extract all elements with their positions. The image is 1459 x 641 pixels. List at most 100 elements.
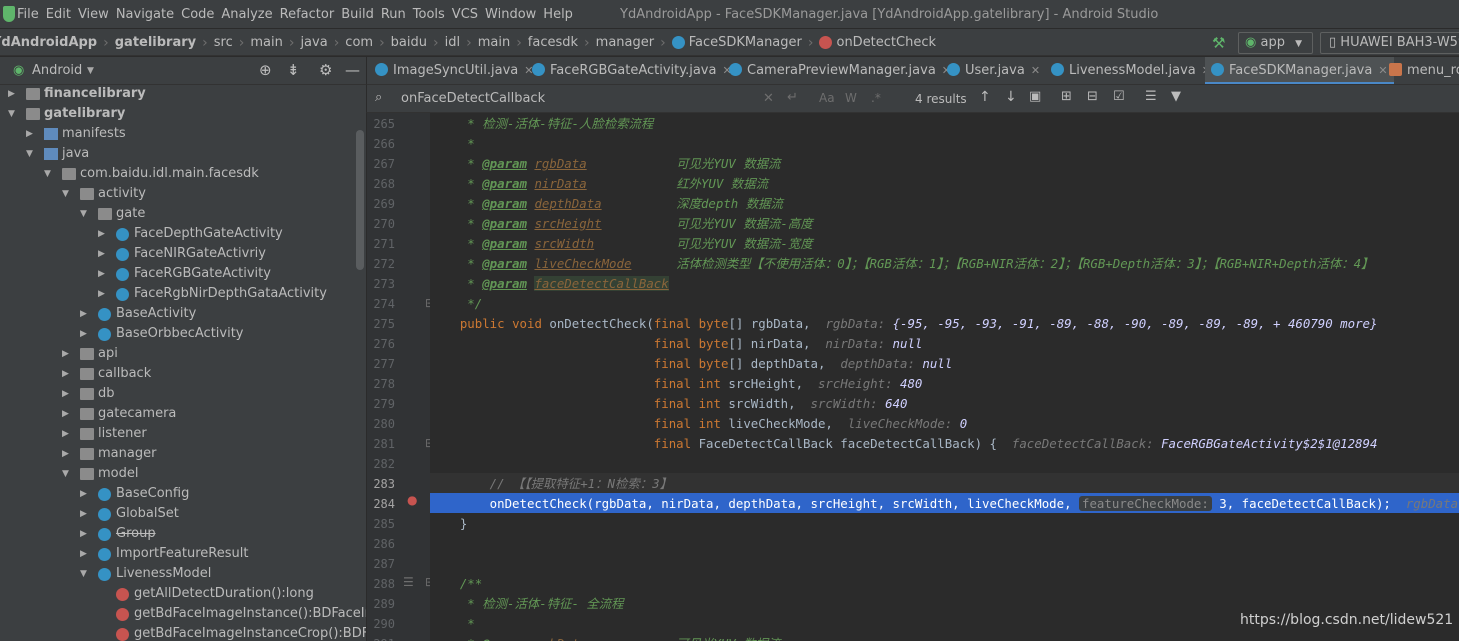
tree-item[interactable]: ▼ activity bbox=[0, 184, 366, 204]
menu-view[interactable]: View bbox=[78, 7, 116, 22]
crumb-method[interactable]: onDetectCheck bbox=[836, 35, 936, 50]
menu-help[interactable]: Help bbox=[543, 7, 580, 22]
tab-facesdkmanager[interactable]: FaceSDKManager.java ✕ bbox=[1205, 57, 1394, 84]
tree-item[interactable]: ▼ LivenessModel bbox=[0, 564, 366, 584]
menu-build[interactable]: Build bbox=[341, 7, 381, 22]
crumb-baidu[interactable]: baidu bbox=[391, 35, 427, 50]
collapsed-arrow-icon[interactable]: ▶ bbox=[62, 424, 72, 444]
expanded-arrow-icon[interactable]: ▼ bbox=[80, 564, 90, 584]
collapsed-arrow-icon[interactable]: ▶ bbox=[26, 124, 36, 144]
crumb-com[interactable]: com bbox=[345, 35, 373, 50]
collapsed-arrow-icon[interactable]: ▶ bbox=[62, 344, 72, 364]
collapse-all-icon[interactable]: ⇟ bbox=[287, 61, 300, 79]
regex-icon[interactable]: .* bbox=[871, 91, 881, 105]
collapsed-arrow-icon[interactable]: ▶ bbox=[98, 224, 108, 244]
crumb-main[interactable]: main bbox=[250, 35, 282, 50]
crumb-facesdk[interactable]: facesdk bbox=[528, 35, 578, 50]
tree-item[interactable]: ▶ BaseOrbbecActivity bbox=[0, 324, 366, 344]
tree-item[interactable]: ▶ manager bbox=[0, 444, 366, 464]
gear-icon[interactable]: ⚙ bbox=[319, 61, 332, 79]
tree-item[interactable]: ▶ callback bbox=[0, 364, 366, 384]
tab-user[interactable]: User.java ✕ bbox=[947, 57, 1040, 84]
tree-item[interactable]: ▼ java bbox=[0, 144, 366, 164]
menu-analyze[interactable]: Analyze bbox=[221, 7, 279, 22]
tree-item[interactable]: ▼ gate bbox=[0, 204, 366, 224]
code-text-layer[interactable]: * 检测-活体-特征-人脸检索流程 * * @param rgbData 可见光… bbox=[430, 113, 1459, 641]
tab-facergbgateactivity[interactable]: FaceRGBGateActivity.java ✕ bbox=[532, 57, 732, 84]
tree-item[interactable]: ▶ gatecamera bbox=[0, 404, 366, 424]
select-all-icon[interactable]: ☑ bbox=[1113, 89, 1125, 104]
collapsed-arrow-icon[interactable]: ▶ bbox=[62, 404, 72, 424]
expanded-arrow-icon[interactable]: ▼ bbox=[80, 204, 90, 224]
menu-file[interactable]: File bbox=[17, 7, 46, 22]
crumb-module[interactable]: gatelibrary bbox=[115, 35, 196, 50]
locate-icon[interactable]: ⊕ bbox=[259, 61, 272, 79]
tree-item[interactable]: ▶ manifests bbox=[0, 124, 366, 144]
tree-item[interactable]: ▼ gatelibrary bbox=[0, 104, 366, 124]
collapsed-arrow-icon[interactable]: ▶ bbox=[62, 364, 72, 384]
collapsed-arrow-icon[interactable]: ▶ bbox=[62, 444, 72, 464]
crumb-idl[interactable]: idl bbox=[445, 35, 460, 50]
select-all-occurrences-icon[interactable]: ▣ bbox=[1029, 89, 1041, 104]
add-occurrence-icon[interactable]: ⊞ bbox=[1061, 89, 1072, 104]
menu-tools[interactable]: Tools bbox=[413, 7, 452, 22]
chevron-down-icon[interactable]: ▼ bbox=[87, 66, 94, 76]
tree-item[interactable]: ▶ GlobalSet bbox=[0, 504, 366, 524]
tree-item[interactable]: ▶ db bbox=[0, 384, 366, 404]
menu-code[interactable]: Code bbox=[181, 7, 221, 22]
close-icon[interactable]: ✕ bbox=[1031, 64, 1040, 77]
collapsed-arrow-icon[interactable]: ▶ bbox=[80, 484, 90, 504]
tree-item[interactable]: ▶ ImportFeatureResult bbox=[0, 544, 366, 564]
expanded-arrow-icon[interactable]: ▼ bbox=[26, 144, 36, 164]
collapsed-arrow-icon[interactable]: ▶ bbox=[80, 504, 90, 524]
tree-item[interactable]: getAllDetectDuration():long bbox=[0, 584, 366, 604]
implements-icon[interactable]: ☰ bbox=[403, 575, 414, 589]
crumb-src[interactable]: src bbox=[214, 35, 233, 50]
tree-item[interactable]: ▶ Group bbox=[0, 524, 366, 544]
match-case-icon[interactable]: Aa bbox=[819, 91, 835, 105]
expanded-arrow-icon[interactable]: ▼ bbox=[62, 464, 72, 484]
hammer-build-icon[interactable]: ⚒ bbox=[1212, 35, 1228, 51]
tree-item[interactable]: ▶ FaceNIRGateActivriy bbox=[0, 244, 366, 264]
menu-refactor[interactable]: Refactor bbox=[280, 7, 342, 22]
crumb-java[interactable]: java bbox=[300, 35, 327, 50]
collapsed-arrow-icon[interactable]: ▶ bbox=[80, 304, 90, 324]
run-config-select[interactable]: ◉ app ▼ bbox=[1238, 32, 1313, 54]
search-icon[interactable]: ⌕ bbox=[375, 90, 382, 105]
tree-item[interactable]: getBdFaceImageInstance():BDFaceImage bbox=[0, 604, 366, 624]
menu-run[interactable]: Run bbox=[381, 7, 413, 22]
menu-edit[interactable]: Edit bbox=[46, 7, 78, 22]
close-icon[interactable]: ✕ bbox=[1378, 64, 1387, 77]
crumb-manager[interactable]: manager bbox=[596, 35, 654, 50]
tab-livenessmodel[interactable]: LivenessModel.java✕ bbox=[1051, 57, 1211, 84]
collapsed-arrow-icon[interactable]: ▶ bbox=[80, 324, 90, 344]
tab-camerapreviewmanager[interactable]: CameraPreviewManager.java✕ bbox=[729, 57, 951, 84]
arrow-up-icon[interactable]: ↑ bbox=[979, 89, 991, 105]
tree-item[interactable]: ▶ financelibrary bbox=[0, 85, 366, 104]
words-icon[interactable]: W bbox=[845, 91, 857, 105]
arrow-down-icon[interactable]: ↓ bbox=[1005, 89, 1017, 105]
new-line-icon[interactable]: ↵ bbox=[787, 90, 798, 105]
options-icon[interactable]: ☰ bbox=[1145, 89, 1157, 104]
project-view-select[interactable]: Android bbox=[32, 63, 82, 78]
menu-navigate[interactable]: Navigate bbox=[116, 7, 181, 22]
tree-item[interactable]: ▶ BaseActivity bbox=[0, 304, 366, 324]
collapsed-arrow-icon[interactable]: ▶ bbox=[98, 244, 108, 264]
tree-item[interactable]: ▼ model bbox=[0, 464, 366, 484]
tree-scrollbar[interactable] bbox=[356, 130, 364, 270]
breakpoint-icon[interactable]: ● bbox=[407, 493, 417, 507]
expanded-arrow-icon[interactable]: ▼ bbox=[44, 164, 54, 184]
collapsed-arrow-icon[interactable]: ▶ bbox=[98, 284, 108, 304]
tab-imagesyncutil[interactable]: ImageSyncUtil.java ✕ bbox=[375, 57, 533, 84]
tree-item[interactable]: ▶ FaceDepthGateActivity bbox=[0, 224, 366, 244]
expanded-arrow-icon[interactable]: ▼ bbox=[62, 184, 72, 204]
hide-panel-icon[interactable]: — bbox=[345, 61, 360, 79]
crumb-main2[interactable]: main bbox=[478, 35, 510, 50]
crumb-class[interactable]: FaceSDKManager bbox=[689, 35, 802, 50]
search-input[interactable]: onFaceDetectCallback bbox=[401, 85, 545, 112]
collapsed-arrow-icon[interactable]: ▶ bbox=[98, 264, 108, 284]
collapsed-arrow-icon[interactable]: ▶ bbox=[8, 85, 18, 104]
tree-item[interactable]: ▶ api bbox=[0, 344, 366, 364]
tree-item[interactable]: ▼ com.baidu.idl.main.facesdk bbox=[0, 164, 366, 184]
crumb-project[interactable]: YdAndroidApp bbox=[0, 35, 97, 50]
